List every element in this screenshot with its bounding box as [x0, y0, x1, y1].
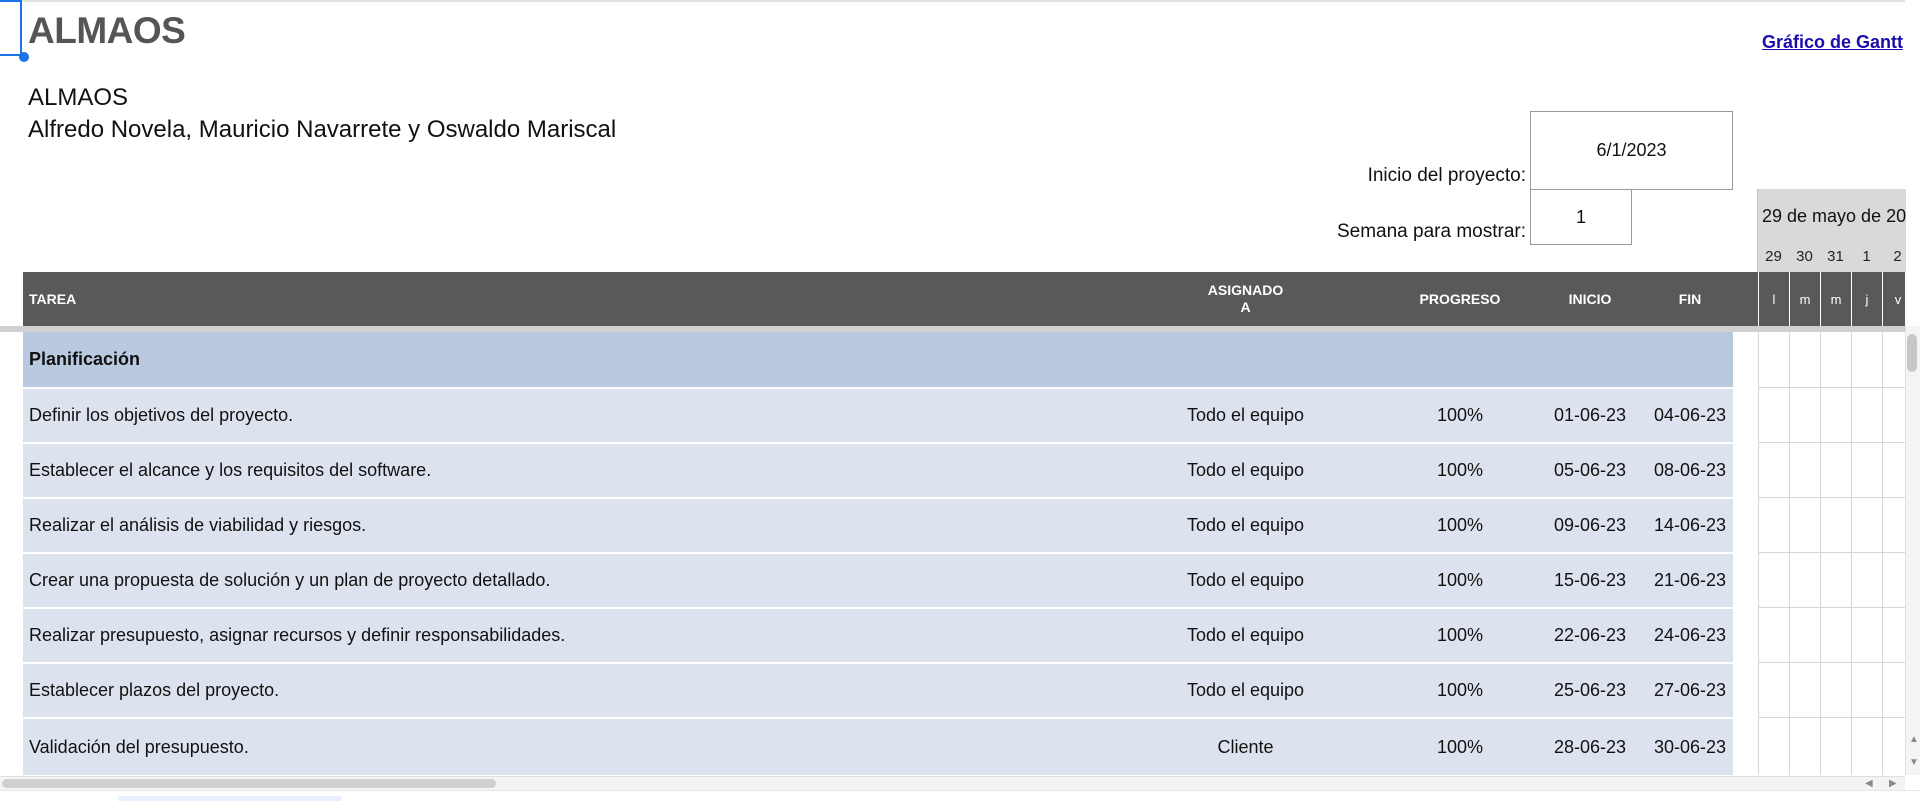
task-name: Establecer el alcance y los requisitos d…: [29, 460, 432, 480]
vertical-scrollbar[interactable]: [1905, 326, 1920, 775]
task-assigned: Todo el equipo: [1186, 625, 1305, 645]
company-name: ALMAOS: [28, 84, 129, 111]
task-start: 25-06-23: [1553, 680, 1627, 700]
week-label: Semana para mostrar:: [1336, 221, 1526, 242]
gantt-grid-line: [1758, 332, 1759, 775]
day-letter: m: [1789, 272, 1820, 326]
column-header-tarea: TAREA: [29, 291, 77, 307]
gantt-grid-line: [1758, 387, 1905, 388]
day-letter-header: l m m j v: [1758, 272, 1905, 326]
gantt-grid-line: [1758, 497, 1905, 498]
phase-name: Planificación: [29, 349, 141, 369]
day-number: 31: [1827, 248, 1844, 265]
task-assigned: Todo el equipo: [1186, 515, 1305, 535]
task-end: 24-06-23: [1653, 625, 1727, 645]
task-assigned: Todo el equipo: [1186, 680, 1305, 700]
task-name: Validación del presupuesto.: [29, 736, 249, 757]
task-name: Establecer plazos del proyecto.: [29, 680, 280, 700]
day-number: 30: [1796, 248, 1813, 265]
day-letter: j: [1851, 272, 1882, 326]
task-start: 28-06-23: [1553, 736, 1627, 757]
week-title: 29 de mayo de 20: [1762, 206, 1907, 226]
day-letter: l: [1758, 272, 1789, 326]
task-assigned: Todo el equipo: [1186, 570, 1305, 590]
project-start-cell[interactable]: 6/1/2023: [1530, 111, 1733, 190]
task-start: 22-06-23: [1553, 625, 1627, 645]
phase-row[interactable]: Planificación: [23, 332, 1733, 387]
gantt-grid-line: [1758, 552, 1905, 553]
week-cell[interactable]: 1: [1530, 189, 1632, 245]
scroll-down-arrow-icon[interactable]: ▼: [1909, 757, 1919, 768]
task-progress: 100%: [1436, 625, 1484, 645]
sheet-tab[interactable]: [118, 796, 341, 801]
vertical-scroll-thumb[interactable]: [1907, 334, 1917, 372]
gantt-grid-line: [1758, 717, 1905, 718]
task-start: 01-06-23: [1553, 405, 1627, 425]
scroll-up-arrow-icon[interactable]: ▲: [1909, 734, 1919, 745]
column-header-asignado-line1: ASIGNADO: [1207, 282, 1284, 298]
task-progress: 100%: [1436, 515, 1484, 535]
task-start: 09-06-23: [1553, 515, 1627, 535]
gantt-grid-line: [1851, 332, 1852, 775]
task-progress: 100%: [1436, 405, 1484, 425]
table-header: TAREA ASIGNADO A PROGRESO INICIO FIN: [23, 272, 1758, 326]
sheet-top-border: [0, 0, 1905, 2]
scroll-left-arrow-icon[interactable]: ◀: [1865, 778, 1873, 789]
table-row[interactable]: Realizar presupuesto, asignar recursos y…: [23, 607, 1733, 662]
task-end: 27-06-23: [1653, 680, 1727, 700]
selection-handle[interactable]: [19, 52, 29, 62]
selected-cell[interactable]: [0, 0, 22, 56]
task-end: 04-06-23: [1653, 405, 1727, 425]
gantt-grid-line: [1820, 332, 1821, 775]
table-row[interactable]: Definir los objetivos del proyecto. Todo…: [23, 387, 1733, 442]
gantt-chart-link[interactable]: Gráfico de Gantt: [1762, 32, 1903, 53]
gantt-grid-line: [1758, 607, 1905, 608]
table-row[interactable]: Validación del presupuesto. Cliente 100%…: [23, 717, 1733, 775]
scroll-right-arrow-icon[interactable]: ▶: [1889, 778, 1897, 789]
task-name: Definir los objetivos del proyecto.: [29, 405, 294, 425]
table-row[interactable]: Realizar el análisis de viabilidad y rie…: [23, 497, 1733, 552]
day-number: 1: [1862, 248, 1871, 265]
table-row[interactable]: Establecer el alcance y los requisitos d…: [23, 442, 1733, 497]
task-progress: 100%: [1436, 460, 1484, 480]
gantt-grid-line: [1758, 442, 1905, 443]
task-end: 14-06-23: [1653, 515, 1727, 535]
task-start: 05-06-23: [1553, 460, 1627, 480]
project-start-label: Inicio del proyecto:: [1367, 165, 1526, 186]
project-authors: Alfredo Novela, Mauricio Navarrete y Osw…: [28, 116, 617, 143]
day-letter: v: [1882, 272, 1913, 326]
gantt-grid-line: [1758, 662, 1905, 663]
horizontal-scroll-thumb[interactable]: [2, 779, 496, 788]
task-name: Crear una propuesta de solución y un pla…: [29, 570, 551, 590]
gantt-grid-line: [1882, 332, 1883, 775]
task-assigned: Todo el equipo: [1186, 460, 1305, 480]
table-row[interactable]: Crear una propuesta de solución y un pla…: [23, 552, 1733, 607]
day-number: 2: [1893, 248, 1902, 265]
column-header-progreso: PROGRESO: [1419, 291, 1501, 307]
column-header-inicio: INICIO: [1568, 291, 1612, 307]
day-letter: m: [1820, 272, 1851, 326]
task-progress: 100%: [1436, 736, 1484, 757]
task-name: Realizar presupuesto, asignar recursos y…: [29, 625, 566, 645]
table-row[interactable]: Establecer plazos del proyecto. Todo el …: [23, 662, 1733, 717]
task-assigned: Cliente: [1217, 736, 1274, 757]
column-header-asignado: ASIGNADO A: [1148, 272, 1343, 326]
task-end: 21-06-23: [1653, 570, 1727, 590]
task-progress: 100%: [1436, 680, 1484, 700]
task-end: 30-06-23: [1653, 736, 1727, 757]
column-header-fin: FIN: [1678, 291, 1702, 307]
task-end: 08-06-23: [1653, 460, 1727, 480]
day-number: 29: [1765, 248, 1782, 265]
column-header-asignado-line2: A: [1240, 299, 1251, 315]
task-start: 15-06-23: [1553, 570, 1627, 590]
sheet-title: ALMAOS: [28, 10, 186, 51]
task-assigned: Todo el equipo: [1186, 405, 1305, 425]
task-progress: 100%: [1436, 570, 1484, 590]
task-name: Realizar el análisis de viabilidad y rie…: [29, 515, 367, 535]
gantt-grid-line: [1789, 332, 1790, 775]
